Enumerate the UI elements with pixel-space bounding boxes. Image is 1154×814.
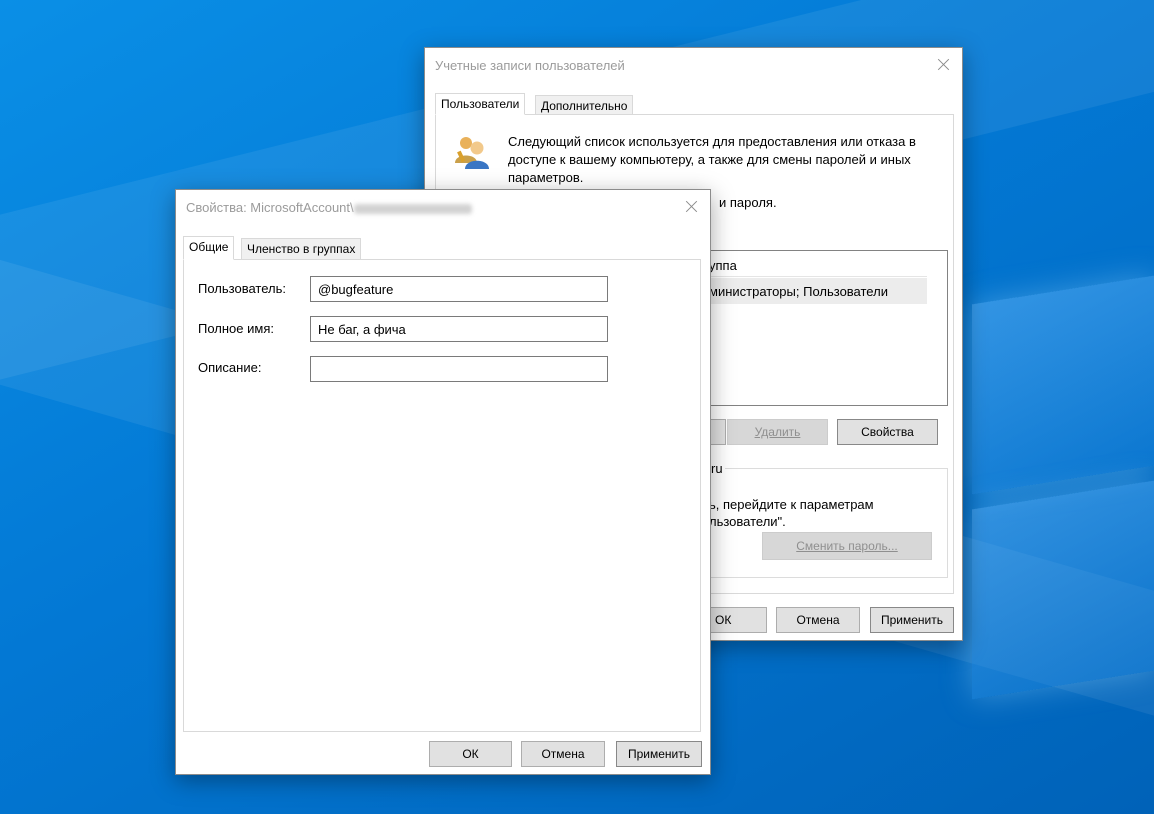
apply-button[interactable]: Применить [870,607,954,633]
properties-title: Свойства: MicrosoftAccount\ [186,200,472,215]
users-icon [455,137,489,169]
tab-general[interactable]: Общие [183,236,235,260]
apply-button[interactable]: Применить [616,741,702,767]
list-header-group: уппа [709,258,737,273]
description-input[interactable] [310,356,608,382]
blurred-account-name [353,203,472,214]
properties-window: Свойства: MicrosoftAccount\ Общие Членст… [175,189,711,775]
ok-button[interactable]: ОК [429,741,512,767]
passwords-text-fragment: и пароля. [719,195,777,210]
delete-button[interactable]: Удалить [727,419,828,445]
general-tab-panel: Пользователь: Полное имя: Описание: [183,259,701,732]
close-icon[interactable] [676,194,706,220]
tab-users[interactable]: Пользователи [435,93,526,115]
properties-button[interactable]: Свойства [837,419,938,445]
close-icon[interactable] [928,52,958,78]
group-text-line: льзователи". [709,514,786,529]
group-text-line: ь, перейдите к параметрам [709,497,874,512]
list-item-groups: министраторы; Пользователи [709,284,888,299]
full-name-input[interactable] [310,316,608,342]
user-accounts-title: Учетные записи пользователей [435,58,625,73]
fullname-label: Полное имя: [198,321,274,336]
user-name-input[interactable] [310,276,608,302]
cancel-button[interactable]: Отмена [521,741,605,767]
cancel-button[interactable]: Отмена [776,607,860,633]
tab-advanced[interactable]: Дополнительно [535,95,634,115]
windows-logo [960,250,1154,814]
change-password-button[interactable]: Сменить пароль... [762,532,932,560]
properties-title-text: Свойства: MicrosoftAccount\ [186,200,354,215]
tab-group-membership[interactable]: Членство в группах [241,238,362,260]
group-title-fragment: ru [709,461,725,476]
description-label: Описание: [198,360,262,375]
user-label: Пользователь: [198,281,286,296]
users-description: Следующий список используется для предос… [508,134,916,185]
properties-titlebar[interactable]: Свойства: MicrosoftAccount\ [176,190,710,224]
group-text: ь, перейдите к параметрам льзователи". [709,496,874,530]
user-accounts-titlebar[interactable]: Учетные записи пользователей [425,48,962,82]
